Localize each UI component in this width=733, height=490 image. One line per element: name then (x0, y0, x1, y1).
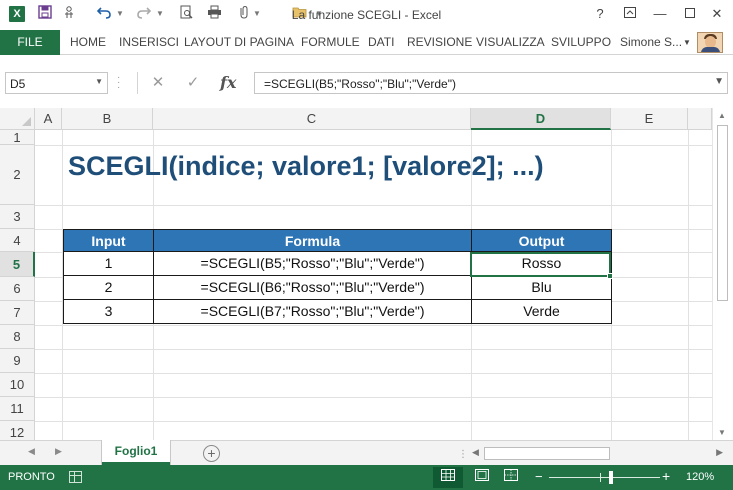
table-cell-input[interactable]: 1 (63, 252, 154, 276)
tab-layout-di-pagina[interactable]: LAYOUT DI PAGINA (184, 30, 294, 55)
gridline (35, 349, 712, 350)
zoom-slider-track[interactable] (549, 477, 660, 478)
tab-sviluppo[interactable]: SVILUPPO (551, 30, 611, 55)
scroll-down-icon[interactable]: ▼ (718, 428, 726, 437)
column-header-d[interactable]: D (471, 108, 611, 130)
column-header-b[interactable]: B (62, 108, 153, 130)
page-layout-view-icon[interactable] (467, 467, 497, 488)
prev-sheet-icon[interactable]: ◀ (28, 446, 35, 457)
status-text: PRONTO (8, 471, 55, 483)
formula-bar-area: D5 ▼ · · · ✕ ✓ fx =SCEGLI(B5;"Rosso";"Blu"… (0, 55, 733, 108)
zoom-slider-midpoint (600, 473, 601, 482)
table-cell-output[interactable]: Verde (471, 300, 612, 324)
macro-record-icon[interactable] (69, 471, 82, 483)
gridline (35, 373, 712, 374)
table-cell-input[interactable]: 3 (63, 300, 154, 324)
ribbon-display-icon[interactable] (619, 5, 641, 23)
horizontal-scrollbar[interactable]: ◀ ▶ (471, 444, 733, 463)
sheet-tabs-bar: ◀ ▶ Foglio1 + ⋮ ◀ ▶ (0, 440, 733, 465)
close-icon[interactable]: ✕ (706, 5, 728, 23)
gridline (35, 421, 712, 422)
column-header-e[interactable]: E (611, 108, 688, 130)
tab-file[interactable]: FILE (0, 30, 60, 55)
row-header-7[interactable]: 7 (0, 301, 35, 325)
zoom-level[interactable]: 120% (686, 471, 714, 483)
drag-handle-icon[interactable]: · · · (117, 73, 123, 93)
normal-view-icon[interactable] (433, 467, 463, 488)
help-icon[interactable]: ? (589, 5, 611, 23)
zoom-slider-thumb[interactable] (609, 471, 613, 484)
table-cell-formula[interactable]: =SCEGLI(B5;"Rosso";"Blu";"Verde") (153, 252, 472, 276)
row-header-4[interactable]: 4 (0, 229, 35, 252)
row-header-3[interactable]: 3 (0, 205, 35, 229)
gridline (35, 205, 712, 206)
sheet-heading[interactable]: SCEGLI(indice; valore1; [valore2]; ...) (68, 151, 544, 182)
ribbon-tabs: FILE HOME INSERISCI LAYOUT DI PAGINA FOR… (0, 30, 733, 55)
user-name[interactable]: Simone S... (620, 30, 682, 55)
row-header-8[interactable]: 8 (0, 325, 35, 349)
vertical-scrollbar[interactable]: ▲ ▼ (712, 108, 733, 440)
row-header-12[interactable]: 12 (0, 421, 35, 440)
gridline (688, 130, 689, 440)
zoom-out-icon[interactable]: − (535, 469, 543, 484)
tab-revisione[interactable]: REVISIONE (407, 30, 472, 55)
row-header-9[interactable]: 9 (0, 349, 35, 373)
tab-dati[interactable]: DATI (368, 30, 394, 55)
tab-formule[interactable]: FORMULE (301, 30, 360, 55)
confirm-icon[interactable]: ✓ (183, 72, 203, 94)
column-header-c[interactable]: C (153, 108, 471, 130)
table-cell-formula[interactable]: =SCEGLI(B7;"Rosso";"Blu";"Verde") (153, 300, 472, 324)
insert-function-icon[interactable]: fx (220, 72, 236, 94)
active-cell-border (470, 252, 611, 277)
chevron-down-icon[interactable]: ▼ (95, 77, 103, 86)
minimize-icon[interactable]: — (649, 5, 671, 23)
table-cell-formula[interactable]: =SCEGLI(B6;"Rosso";"Blu";"Verde") (153, 276, 472, 300)
title-bar: X ▼ ▼ ▼ ▼ La funzione SCEGLI - Excel ? —… (0, 0, 733, 30)
formula-value: =SCEGLI(B5;"Rosso";"Blu";"Verde") (264, 77, 456, 91)
vertical-scroll-thumb[interactable] (717, 125, 728, 301)
tab-visualizza[interactable]: VISUALIZZA (476, 30, 545, 55)
gridline (35, 145, 712, 146)
scroll-left-icon[interactable]: ◀ (472, 447, 479, 458)
avatar[interactable] (697, 32, 723, 53)
name-box[interactable]: D5 ▼ (5, 72, 108, 94)
table-cell-output[interactable]: Blu (471, 276, 612, 300)
tab-inserisci[interactable]: INSERISCI (119, 30, 179, 55)
table-header-input[interactable]: Input (63, 229, 154, 252)
zoom-in-icon[interactable]: + (662, 468, 670, 484)
user-dropdown-icon[interactable]: ▼ (683, 30, 691, 55)
expand-formula-bar-icon[interactable]: ▼ (714, 76, 724, 87)
formula-input[interactable]: =SCEGLI(B5;"Rosso";"Blu";"Verde") ▼ (254, 72, 728, 94)
table-header-formula[interactable]: Formula (153, 229, 472, 252)
tab-home[interactable]: HOME (70, 30, 106, 55)
next-sheet-icon[interactable]: ▶ (55, 446, 62, 457)
table-header-output[interactable]: Output (471, 229, 612, 252)
column-header-f[interactable] (688, 108, 712, 130)
formula-buttons: ✕ ✓ fx (137, 72, 249, 94)
fill-handle[interactable] (607, 273, 613, 279)
status-bar: PRONTO − + 120% (0, 465, 733, 490)
worksheet-grid[interactable]: A B C D E 1 2 3 4 5 6 7 8 9 10 11 12 SCE… (0, 108, 733, 440)
scroll-up-icon[interactable]: ▲ (718, 111, 726, 120)
row-header-1[interactable]: 1 (0, 130, 35, 145)
gridline (35, 325, 712, 326)
gridline (35, 397, 712, 398)
row-header-10[interactable]: 10 (0, 373, 35, 397)
row-header-6[interactable]: 6 (0, 277, 35, 301)
row-header-5[interactable]: 5 (0, 252, 35, 277)
scroll-right-icon[interactable]: ▶ (716, 447, 723, 458)
horizontal-scroll-thumb[interactable] (484, 447, 610, 460)
sheet-tab-foglio1[interactable]: Foglio1 (102, 440, 170, 465)
column-header-a[interactable]: A (35, 108, 62, 130)
split-handle-icon[interactable]: ⋮ (458, 449, 468, 460)
name-box-value: D5 (10, 77, 26, 91)
row-header-11[interactable]: 11 (0, 397, 35, 421)
page-break-view-icon[interactable] (496, 467, 526, 488)
row-header-2[interactable]: 2 (0, 145, 35, 205)
select-all-button[interactable] (0, 108, 35, 130)
table-cell-input[interactable]: 2 (63, 276, 154, 300)
maximize-icon[interactable] (679, 5, 701, 23)
cancel-icon[interactable]: ✕ (148, 72, 168, 94)
add-sheet-icon[interactable]: + (203, 445, 220, 462)
